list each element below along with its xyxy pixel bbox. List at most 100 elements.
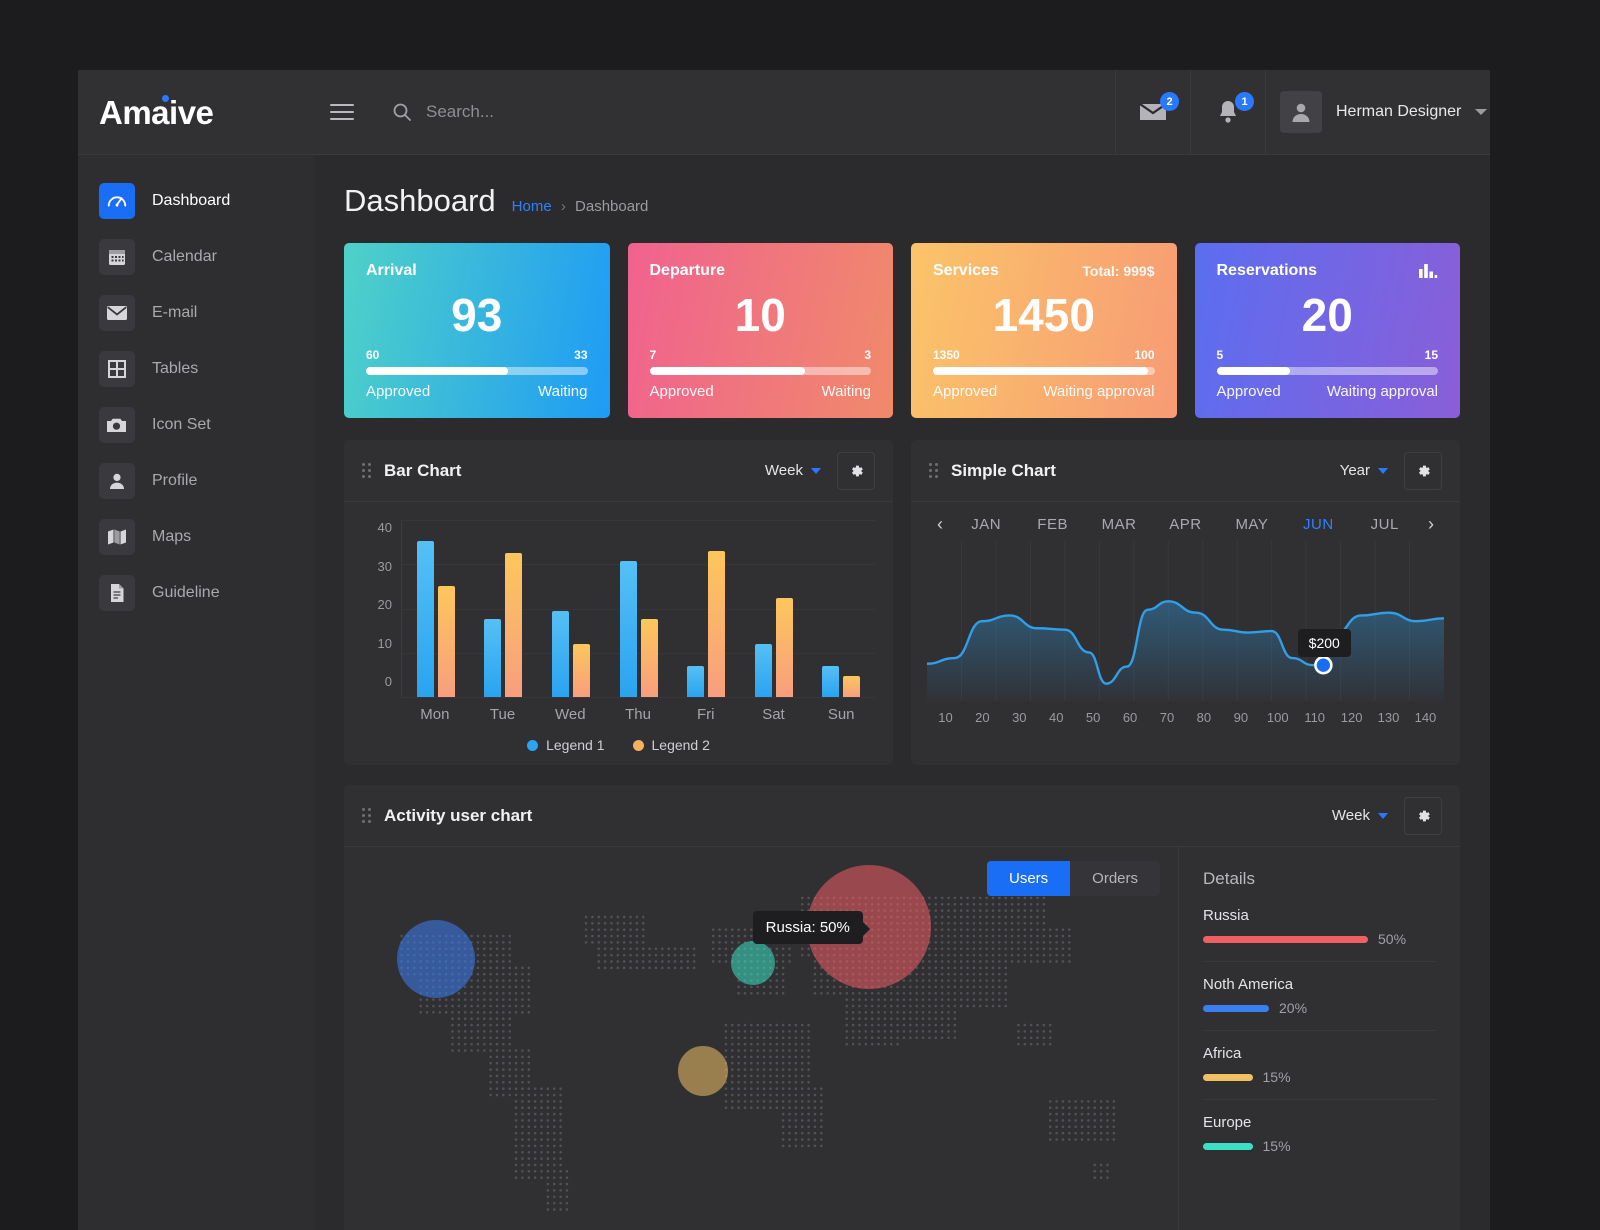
bar[interactable]: [687, 666, 705, 697]
bar[interactable]: [640, 618, 658, 697]
world-map[interactable]: Users Orders Russia: 50%: [344, 847, 1178, 1230]
stat-waiting-label: Waiting: [821, 383, 871, 400]
x-tick: 20: [975, 710, 990, 725]
logo-area[interactable]: Amaive: [78, 70, 314, 154]
stat-value: 20: [1301, 289, 1353, 341]
stat-card-reservations[interactable]: Reservations 20 5 15 Approved Waiting ap…: [1194, 243, 1460, 418]
x-tick: 40: [1048, 710, 1064, 725]
x-tick: 80: [1196, 710, 1212, 725]
bar[interactable]: [843, 676, 861, 697]
next-month-button[interactable]: ›: [1418, 514, 1444, 535]
bar-group: [740, 520, 808, 697]
bar[interactable]: [437, 585, 455, 697]
detail-percent: 15%: [1262, 1069, 1291, 1085]
bar[interactable]: [572, 643, 590, 697]
simple-chart-range-select[interactable]: Year: [1340, 462, 1388, 479]
x-tick: 70: [1159, 710, 1175, 725]
charts-row: Bar Chart Week 40 30 20 10 0 Mon Tue Wed…: [344, 440, 1460, 765]
legend-item[interactable]: Legend 2: [632, 737, 710, 753]
stat-progress-bar: [933, 367, 1155, 375]
map-bubble[interactable]: [396, 920, 475, 998]
hamburger-icon-line: [330, 104, 354, 106]
legend-color-dot: [527, 739, 539, 751]
sidebar-item-tables[interactable]: Tables: [78, 341, 314, 397]
simple-chart-settings-button[interactable]: [1404, 451, 1442, 490]
user-menu[interactable]: Herman Designer: [1265, 70, 1490, 154]
brand-name: Amaive: [99, 93, 214, 131]
sidebar-item-profile[interactable]: Profile: [78, 453, 314, 509]
stat-title: Services: [933, 262, 999, 279]
bar[interactable]: [505, 552, 523, 697]
month-mar[interactable]: MAR: [1086, 516, 1152, 533]
bar[interactable]: [754, 643, 772, 697]
map-tooltip: Russia: 50%: [752, 911, 871, 944]
hamburger-icon-line: [330, 118, 354, 120]
drag-handle-icon[interactable]: [362, 808, 371, 823]
mail-button[interactable]: 2: [1115, 70, 1190, 154]
drag-handle-icon[interactable]: [929, 463, 938, 478]
logo-dot-icon: [162, 94, 169, 102]
month-feb[interactable]: FEB: [1019, 516, 1085, 533]
chevron-down-icon[interactable]: [1475, 109, 1488, 115]
month-may[interactable]: MAY: [1219, 516, 1285, 533]
stat-card-arrival[interactable]: Arrival 93 60 33 Approved Waiting: [344, 243, 610, 418]
bar[interactable]: [416, 540, 434, 697]
sidebar-label: Profile: [152, 472, 198, 489]
bar-chart-body: 40 30 20 10 0 Mon Tue Wed Thu Fri Sat Sun Legend 1…: [344, 502, 893, 765]
stat-value: 10: [734, 289, 786, 341]
tab-users[interactable]: Users: [986, 861, 1071, 896]
tab-orders[interactable]: Orders: [1070, 861, 1160, 896]
sidebar-item-guideline[interactable]: Guideline: [78, 565, 314, 621]
drag-handle-icon[interactable]: [362, 463, 371, 478]
activity-settings-button[interactable]: [1404, 796, 1442, 835]
month-jun[interactable]: JUN: [1285, 516, 1351, 533]
detail-region-label: Noth America: [1203, 976, 1294, 993]
x-tick: 110: [1304, 710, 1326, 725]
stat-waiting-label: Waiting: [538, 383, 588, 400]
breadcrumb-separator: ›: [560, 198, 566, 215]
bar[interactable]: [822, 666, 840, 697]
stat-approved-label: Approved: [649, 383, 714, 400]
bar[interactable]: [484, 618, 502, 697]
bar[interactable]: [551, 610, 569, 697]
x-tick: 60: [1122, 710, 1138, 725]
stat-title: Reservations: [1216, 262, 1318, 279]
bar-x-label: Fri: [696, 706, 715, 723]
prev-month-button[interactable]: ‹: [927, 514, 953, 535]
activity-range-select[interactable]: Week: [1332, 807, 1388, 824]
bar[interactable]: [708, 550, 726, 697]
sidebar-item-maps[interactable]: Maps: [78, 509, 314, 565]
bar[interactable]: [619, 561, 637, 697]
page-header: Dashboard Home › Dashboard: [344, 183, 1460, 219]
bar-chart-range-select[interactable]: Week: [765, 462, 821, 479]
map-bubble[interactable]: [730, 941, 775, 985]
map-bubble[interactable]: [677, 1046, 728, 1096]
simple-chart-tooltip: $200: [1297, 629, 1351, 658]
gear-icon: [852, 465, 863, 476]
simple-chart-range-value: Year: [1339, 462, 1370, 479]
sidebar-label: Dashboard: [152, 192, 231, 209]
bar-chart-plot-area: [401, 520, 875, 698]
sidebar-item-calendar[interactable]: Calendar: [78, 229, 314, 285]
body: Dashboard Calendar E-mail Tables Icon Se…: [78, 155, 1490, 1230]
month-apr[interactable]: APR: [1152, 516, 1218, 533]
bar[interactable]: [775, 598, 793, 697]
sidebar-item-icon-set[interactable]: Icon Set: [78, 397, 314, 453]
search-input[interactable]: [426, 102, 826, 122]
notifications-button[interactable]: 1: [1190, 70, 1265, 154]
month-jan[interactable]: JAN: [953, 516, 1019, 533]
simple-chart-x-axis: 10 20 30 40 50 60 70 80 90 100 110 120 130 140: [911, 706, 1460, 741]
menu-toggle-button[interactable]: [314, 70, 370, 154]
stat-card-services[interactable]: Services Total: 999$ 1450 1350 100 Appro…: [911, 243, 1177, 418]
bar-chart-settings-button[interactable]: [837, 451, 875, 490]
legend-item[interactable]: Legend 1: [527, 737, 605, 753]
month-jul[interactable]: JUL: [1352, 516, 1418, 533]
activity-panel: Activity user chart Week Users Orders Ru…: [344, 785, 1460, 1230]
sidebar-item-dashboard[interactable]: Dashboard: [78, 173, 314, 229]
breadcrumb-home[interactable]: Home: [512, 198, 552, 215]
person-icon: [99, 463, 135, 499]
gear-icon: [1419, 810, 1430, 821]
sidebar-item-email[interactable]: E-mail: [78, 285, 314, 341]
bar-chart-range-value: Week: [764, 462, 803, 479]
stat-card-departure[interactable]: Departure 10 7 3 Approved Waiting: [627, 243, 893, 418]
